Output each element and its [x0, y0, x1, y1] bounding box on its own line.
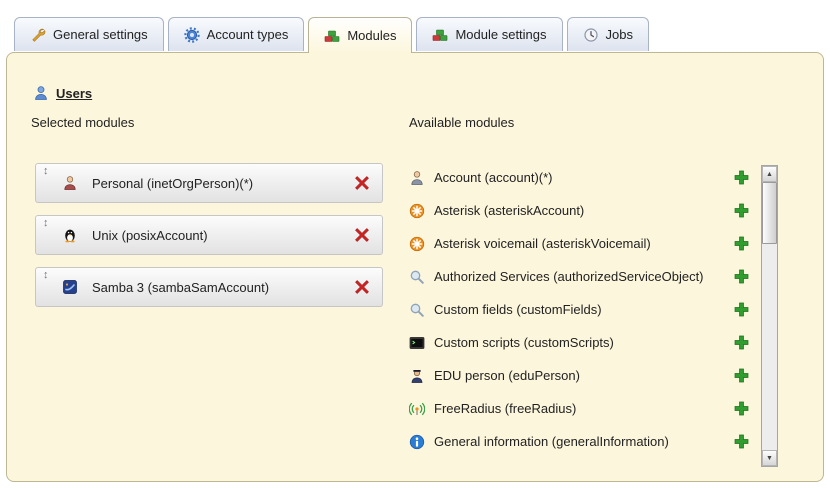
drag-handle-icon[interactable]: ↕ [43, 217, 49, 229]
modules-blocks-icon [432, 27, 448, 43]
remove-module-button[interactable] [354, 175, 370, 191]
available-module-label: Custom scripts (customScripts) [434, 335, 614, 350]
selected-module-label: Personal (inetOrgPerson)(*) [92, 176, 253, 191]
wireless-icon [409, 401, 425, 417]
lam-configuration-window: General settings Account types Modules M… [0, 0, 830, 490]
available-module-label: FreeRadius (freeRadius) [434, 401, 576, 416]
clock-icon [583, 27, 599, 43]
available-module-label: General information (generalInformation) [434, 434, 669, 449]
tab-modules[interactable]: Modules [308, 17, 412, 53]
add-module-button[interactable] [734, 203, 749, 218]
tab-bar: General settings Account types Modules M… [14, 17, 649, 53]
scrollbar-track[interactable] [762, 244, 777, 450]
available-module-label: Account (account)(*) [434, 170, 553, 185]
users-section-title: Users [33, 85, 92, 101]
penguin-icon [62, 227, 78, 243]
available-module-row: General information (generalInformation) [409, 425, 755, 458]
gear-badge-icon [184, 27, 200, 43]
modules-blocks-icon [324, 28, 340, 44]
tab-module-settings[interactable]: Module settings [416, 17, 562, 51]
selected-modules-heading: Selected modules [31, 115, 134, 130]
wrench-icon [30, 27, 46, 43]
samba-icon [62, 279, 78, 295]
graduate-person-icon [409, 368, 425, 384]
tab-jobs[interactable]: Jobs [567, 17, 649, 51]
user-icon [33, 85, 49, 101]
available-module-row: Custom fields (customFields) [409, 293, 755, 326]
tab-label: General settings [53, 27, 148, 42]
add-module-button[interactable] [734, 302, 749, 317]
selected-module-label: Samba 3 (sambaSamAccount) [92, 280, 269, 295]
person-icon [62, 175, 78, 191]
available-module-label: Custom fields (customFields) [434, 302, 602, 317]
available-module-row: EDU person (eduPerson) [409, 359, 755, 392]
selected-modules-list: ↕ Personal (inetOrgPerson)(*) ↕ Unix (po… [35, 163, 383, 319]
selected-module-row[interactable]: ↕ Samba 3 (sambaSamAccount) [35, 267, 383, 307]
magnifier-icon [409, 269, 425, 285]
tab-account-types[interactable]: Account types [168, 17, 305, 51]
selected-module-label: Unix (posixAccount) [92, 228, 208, 243]
remove-module-button[interactable] [354, 227, 370, 243]
scrollbar-thumb[interactable] [762, 182, 777, 244]
add-module-button[interactable] [734, 236, 749, 251]
available-modules-scrollbar[interactable]: ▲ ▼ [761, 165, 778, 467]
person-icon [409, 170, 425, 186]
selected-module-row[interactable]: ↕ Unix (posixAccount) [35, 215, 383, 255]
terminal-icon [409, 335, 425, 351]
available-modules-heading: Available modules [409, 115, 514, 130]
remove-module-button[interactable] [354, 279, 370, 295]
add-module-button[interactable] [734, 269, 749, 284]
add-module-button[interactable] [734, 401, 749, 416]
page-title: Users [56, 86, 92, 101]
drag-handle-icon[interactable]: ↕ [43, 165, 49, 177]
tab-label: Jobs [606, 27, 633, 42]
info-icon [409, 434, 425, 450]
tab-label: Account types [207, 27, 289, 42]
drag-handle-icon[interactable]: ↕ [43, 269, 49, 281]
available-module-label: EDU person (eduPerson) [434, 368, 580, 383]
scroll-down-button[interactable]: ▼ [762, 450, 777, 466]
available-module-label: Asterisk voicemail (asteriskVoicemail) [434, 236, 651, 251]
selected-module-row[interactable]: ↕ Personal (inetOrgPerson)(*) [35, 163, 383, 203]
asterisk-icon [409, 236, 425, 252]
tab-general-settings[interactable]: General settings [14, 17, 164, 51]
available-module-row: FreeRadius (freeRadius) [409, 392, 755, 425]
add-module-button[interactable] [734, 434, 749, 449]
available-module-row: Custom scripts (customScripts) [409, 326, 755, 359]
tab-label: Modules [347, 28, 396, 43]
tab-label: Module settings [455, 27, 546, 42]
add-module-button[interactable] [734, 170, 749, 185]
add-module-button[interactable] [734, 335, 749, 350]
available-module-row: Authorized Services (authorizedServiceOb… [409, 260, 755, 293]
available-module-row: Account (account)(*) [409, 161, 755, 194]
available-module-label: Authorized Services (authorizedServiceOb… [434, 269, 704, 284]
available-module-row: Asterisk voicemail (asteriskVoicemail) [409, 227, 755, 260]
magnifier-icon [409, 302, 425, 318]
available-module-row: Asterisk (asteriskAccount) [409, 194, 755, 227]
modules-panel: Users Selected modules Available modules… [6, 52, 824, 482]
add-module-button[interactable] [734, 368, 749, 383]
available-module-label: Asterisk (asteriskAccount) [434, 203, 584, 218]
asterisk-icon [409, 203, 425, 219]
scroll-up-button[interactable]: ▲ [762, 166, 777, 182]
available-modules-list: Account (account)(*) Asterisk (asteriskA… [409, 161, 755, 458]
